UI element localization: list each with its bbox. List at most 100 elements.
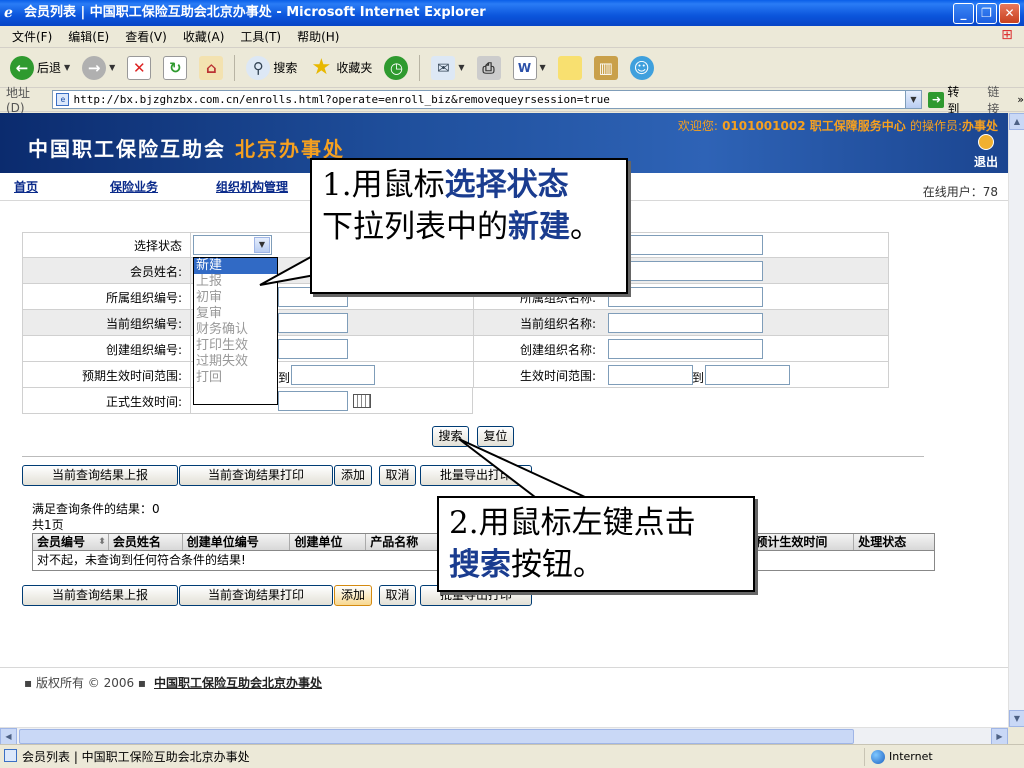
history-button[interactable]: ◷	[380, 52, 412, 84]
minimize-button[interactable]: _	[953, 3, 974, 24]
col-create-unit[interactable]: 创建单位	[290, 534, 367, 550]
col-create-code[interactable]: 创建单位编号	[183, 534, 291, 550]
favorites-button[interactable]: ★ 收藏夹	[305, 52, 376, 84]
address-dropdown[interactable]: ▼	[905, 90, 923, 109]
status-option-finance[interactable]: 财务确认	[194, 322, 277, 338]
cancel-button-bottom[interactable]: 取消	[379, 585, 416, 606]
status-option-second-review[interactable]: 复审	[194, 306, 277, 322]
links-button[interactable]: 链接	[987, 83, 1011, 117]
menu-file[interactable]: 文件(F)	[4, 28, 60, 45]
footer-org-link[interactable]: 中国职工保险互助会北京办事处	[154, 674, 322, 691]
add-button[interactable]: 添加	[334, 465, 372, 486]
menu-tools[interactable]: 工具(T)	[232, 28, 289, 45]
copyright-text: ▪ 版权所有 © 2006 ▪	[24, 676, 147, 690]
cur-code-input[interactable]	[278, 313, 348, 333]
scroll-down-icon[interactable]: ▼	[1009, 710, 1024, 727]
globe-icon	[871, 750, 885, 764]
col-status[interactable]: 处理状态	[854, 534, 934, 550]
vertical-scrollbar[interactable]: ▲ ▼	[1008, 113, 1024, 727]
create-name-input[interactable]	[608, 339, 763, 359]
exit-link[interactable]: 退出	[974, 153, 998, 170]
effect-range-start-input[interactable]	[608, 365, 693, 385]
discuss-button[interactable]	[554, 52, 586, 84]
calendar-icon[interactable]	[353, 394, 371, 408]
scroll-corner	[1008, 727, 1024, 744]
status-right-input[interactable]	[608, 235, 763, 255]
scroll-up-icon[interactable]: ▲	[1009, 113, 1024, 130]
chevron-right-icon[interactable]: »	[1017, 93, 1024, 106]
report-results-button-bottom[interactable]: 当前查询结果上报	[22, 585, 178, 606]
callout-1-prefix: 1.用鼠标	[322, 167, 445, 203]
org-name-input[interactable]	[608, 287, 763, 307]
col-member-id[interactable]: 会员编号 ⬍	[33, 534, 109, 550]
name-right-input[interactable]	[608, 261, 763, 281]
print-button[interactable]: ⎙	[473, 52, 505, 84]
callout-2-line1: 2.用鼠标左键点击	[449, 505, 696, 541]
create-code-input[interactable]	[278, 339, 348, 359]
forward-arrow-icon: →	[82, 55, 107, 80]
result-count: 满足查询条件的结果：0	[32, 502, 160, 516]
status-option-print[interactable]: 打印生效	[194, 338, 277, 354]
cancel-button[interactable]: 取消	[379, 465, 416, 486]
col-member-name[interactable]: 会员姓名	[109, 534, 183, 550]
scroll-right-icon[interactable]: ▶	[991, 728, 1008, 745]
callout-2-pointer	[458, 438, 586, 498]
status-text: 会员列表 | 中国职工保险互助会北京办事处	[0, 748, 250, 765]
result-pages: 共1页	[32, 518, 64, 532]
status-option-returned[interactable]: 打回	[194, 370, 277, 386]
horizontal-scrollbar[interactable]: ◀ ▶	[0, 727, 1008, 745]
browser-toolbar: ← 后退 ▼ → ▼ ✕ ↻ ⌂ ⚲ 搜索 ★ 收藏夹 ◷ ✉ ▼ ⎙ W ▼ …	[0, 48, 1024, 88]
print-results-button[interactable]: 当前查询结果打印	[179, 465, 333, 486]
back-button[interactable]: ← 后退 ▼	[6, 52, 74, 84]
menu-edit[interactable]: 编辑(E)	[60, 28, 117, 45]
nav-home[interactable]: 首页	[14, 178, 38, 195]
close-button[interactable]: ✕	[999, 3, 1020, 24]
callout-1-mid: 下拉列表中的	[322, 209, 508, 245]
search-button[interactable]: ⚲ 搜索	[242, 52, 301, 84]
report-results-button[interactable]: 当前查询结果上报	[22, 465, 178, 486]
home-button[interactable]: ⌂	[195, 52, 227, 84]
expect-range-end-input[interactable]	[291, 365, 375, 385]
effect-range-end-input[interactable]	[705, 365, 790, 385]
exit-icon[interactable]	[978, 134, 994, 150]
nav-insurance[interactable]: 保险业务	[110, 178, 158, 195]
menu-view[interactable]: 查看(V)	[117, 28, 175, 45]
messenger-button[interactable]: ☺	[626, 52, 658, 84]
edit-button[interactable]: W ▼	[509, 52, 550, 84]
print-results-button-bottom[interactable]: 当前查询结果打印	[179, 585, 333, 606]
menu-help[interactable]: 帮助(H)	[289, 28, 347, 45]
chevron-down-icon[interactable]: ▼	[64, 63, 70, 72]
horizontal-scroll-thumb[interactable]	[19, 729, 854, 744]
formal-time-label: 正式生效时间:	[105, 395, 182, 409]
web-page: 中国职工保险互助会 北京办事处 欢迎您: 0101001002 职工保障服务中心…	[0, 113, 1008, 727]
go-button[interactable]: ➜ 转到	[928, 83, 971, 117]
add-button-bottom[interactable]: 添加	[334, 585, 372, 606]
status-option-expired[interactable]: 过期失效	[194, 354, 277, 370]
address-label: 地址(D)	[6, 86, 31, 115]
formal-time-input[interactable]	[278, 391, 348, 411]
address-input[interactable]: e http://bx.bjzghzbx.com.cn/enrolls.html…	[52, 90, 906, 109]
search-label: 搜索	[273, 61, 298, 75]
cur-name-input[interactable]	[608, 313, 763, 333]
menu-favorites[interactable]: 收藏(A)	[175, 28, 233, 45]
mail-icon: ✉	[431, 55, 456, 80]
callout-2-end: 按钮。	[511, 547, 604, 583]
expect-range-to: 到	[278, 371, 291, 385]
col-expect-time[interactable]: 预计生效时间	[751, 534, 855, 550]
stop-icon: ✕	[127, 55, 152, 80]
research-button[interactable]: ▥	[590, 52, 622, 84]
back-arrow-icon: ←	[10, 55, 34, 80]
chevron-down-icon[interactable]: ▼	[540, 63, 546, 72]
nav-org-management[interactable]: 组织机构管理	[216, 178, 288, 195]
chevron-down-icon[interactable]: ▼	[458, 63, 464, 72]
callout-1-end: 。	[570, 209, 601, 245]
forward-button[interactable]: → ▼	[78, 52, 119, 84]
restore-button[interactable]: ❐	[976, 3, 997, 24]
scroll-left-icon[interactable]: ◀	[0, 728, 17, 745]
name-label: 会员姓名:	[129, 265, 182, 279]
mail-button[interactable]: ✉ ▼	[427, 52, 468, 84]
stop-button[interactable]: ✕	[123, 52, 155, 84]
search-icon: ⚲	[246, 55, 271, 80]
chevron-down-icon[interactable]: ▼	[109, 63, 115, 72]
refresh-button[interactable]: ↻	[159, 52, 191, 84]
